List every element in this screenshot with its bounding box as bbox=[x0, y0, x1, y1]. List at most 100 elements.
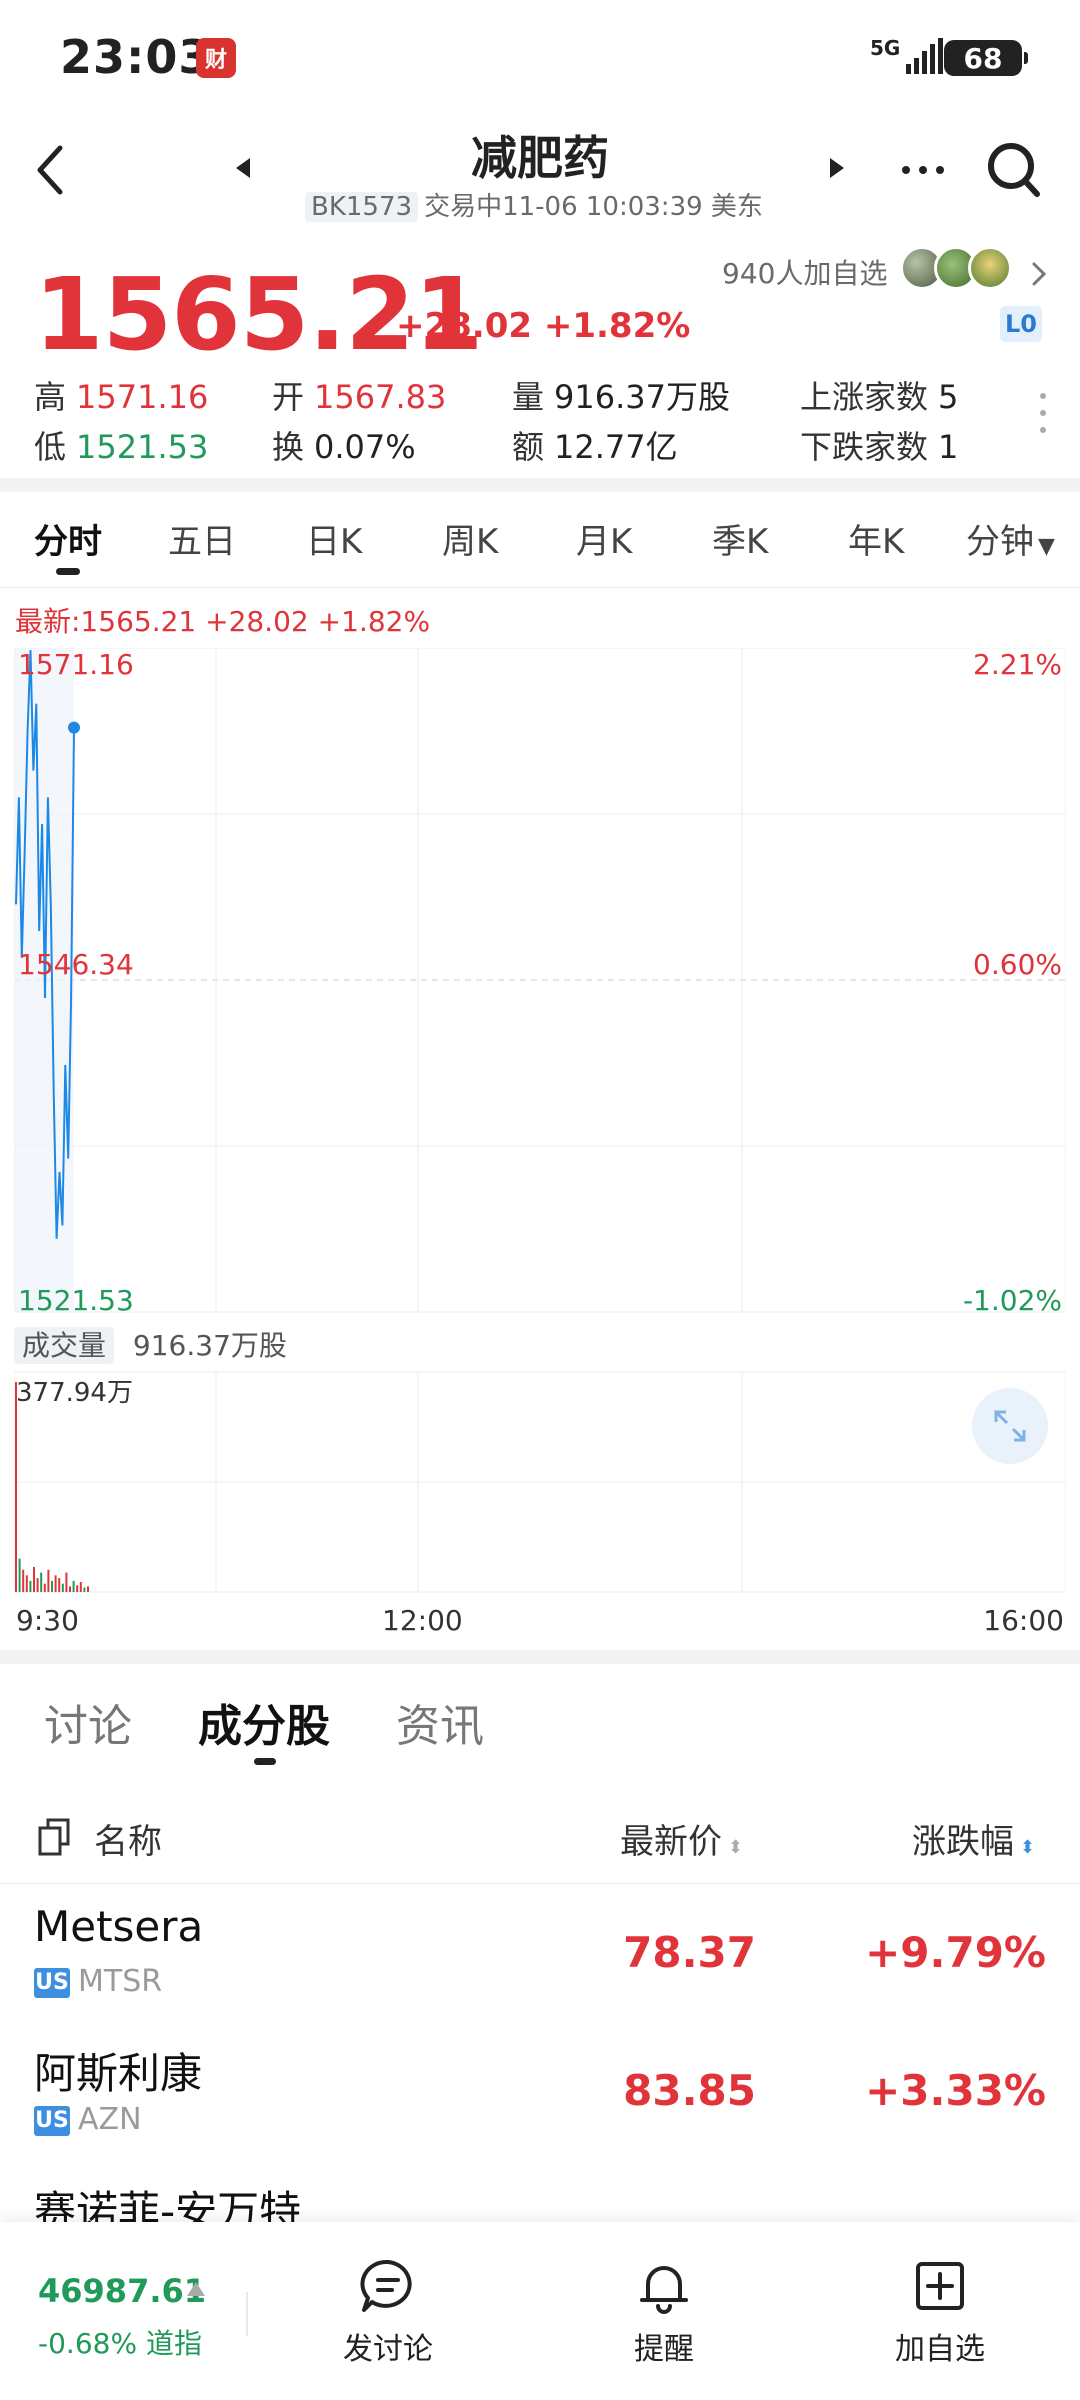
stat-high: 高 1571.16 bbox=[34, 378, 209, 416]
volume-bar bbox=[15, 1382, 17, 1592]
header-price[interactable]: 最新价 ⬍ bbox=[620, 1814, 743, 1863]
volume-bar bbox=[87, 1586, 89, 1592]
volume-bar bbox=[65, 1572, 68, 1592]
sort-icon: ⬍ bbox=[728, 1837, 744, 1858]
avatar bbox=[968, 246, 1012, 290]
sector-code: BK1573 bbox=[305, 192, 419, 222]
stat-down-count: 下跌家数 1 bbox=[800, 428, 959, 466]
volume-bar bbox=[18, 1558, 21, 1592]
follower-avatars[interactable] bbox=[900, 246, 1016, 294]
stat-amount: 额 12.77亿 bbox=[512, 428, 678, 466]
tab-constituents[interactable]: 成分股 bbox=[198, 1690, 330, 1754]
more-icon[interactable] bbox=[898, 150, 948, 190]
price-alert-button[interactable]: 提醒 bbox=[584, 2256, 744, 2368]
watchlist-count[interactable]: 940人加自选 bbox=[722, 252, 887, 292]
app-notification-icon: 财 bbox=[196, 38, 236, 78]
chevron-right-icon[interactable] bbox=[1028, 258, 1050, 290]
header-change[interactable]: 涨跌幅 ⬍ bbox=[912, 1814, 1035, 1863]
tab-minute[interactable]: 分钟 ▼ bbox=[966, 514, 1055, 563]
copy-icon[interactable] bbox=[36, 1814, 76, 1858]
next-item-icon[interactable] bbox=[828, 156, 848, 180]
stat-volume: 量 916.37万股 bbox=[512, 378, 730, 416]
volume-max-label: 377.94万 bbox=[16, 1378, 133, 1408]
volume-bar bbox=[25, 1575, 28, 1592]
stat-low: 低 1521.53 bbox=[34, 428, 209, 466]
battery-icon: 68 bbox=[944, 40, 1028, 76]
tab-five-day[interactable]: 五日 bbox=[168, 514, 236, 563]
volume-total: 916.37万股 bbox=[132, 1329, 287, 1362]
index-value: 46987.61 bbox=[38, 2272, 207, 2310]
divider bbox=[0, 1650, 1080, 1664]
stock-price: 83.85 bbox=[623, 2066, 756, 2115]
sort-desc-icon: ⬍ bbox=[1020, 1837, 1036, 1858]
stat-turnover: 换 0.07% bbox=[272, 428, 416, 466]
list-item[interactable]: 阿斯利康 US AZN 83.85 +3.33% bbox=[0, 2022, 1080, 2160]
volume-tag[interactable]: 成交量 bbox=[14, 1327, 115, 1364]
network-type: 5G bbox=[870, 36, 901, 60]
trading-status: 交易中11-06 10:03:39 美东 bbox=[424, 192, 763, 222]
y-mid-label: 1546.34 bbox=[18, 948, 134, 981]
clock: 23:03 bbox=[60, 30, 212, 84]
tab-quarterly-k[interactable]: 季K bbox=[712, 514, 768, 563]
market-badge: US bbox=[34, 1968, 70, 1998]
stat-up-count: 上涨家数 5 bbox=[800, 378, 959, 416]
tab-intraday[interactable]: 分时 bbox=[34, 514, 102, 563]
more-stats-icon[interactable] bbox=[1036, 390, 1050, 436]
tab-daily-k[interactable]: 日K bbox=[306, 514, 362, 563]
bell-icon bbox=[640, 2266, 688, 2314]
stock-name: Metsera bbox=[34, 1902, 204, 1951]
expand-icon bbox=[994, 1410, 1026, 1442]
volume-bar bbox=[40, 1572, 43, 1592]
volume-bar bbox=[61, 1583, 64, 1592]
market-status: BK1573 交易中11-06 10:03:39 美东 bbox=[305, 186, 763, 223]
stat-open: 开 1567.83 bbox=[272, 378, 447, 416]
tab-minute-label: 分钟 bbox=[966, 522, 1034, 562]
volume-header: 成交量 916.37万股 bbox=[14, 1324, 287, 1364]
signal-icon bbox=[906, 38, 943, 74]
volume-bar bbox=[58, 1578, 61, 1592]
header-change-label: 涨跌幅 bbox=[912, 1822, 1014, 1862]
tab-yearly-k[interactable]: 年K bbox=[848, 514, 904, 563]
volume-bar bbox=[83, 1587, 86, 1592]
stock-ticker: US AZN bbox=[34, 2102, 142, 2137]
stock-change: +3.33% bbox=[865, 2066, 1046, 2115]
tab-news[interactable]: 资讯 bbox=[396, 1690, 484, 1754]
x-mid-label: 12:00 bbox=[382, 1604, 463, 1637]
index-change: -0.68% 道指 bbox=[38, 2327, 202, 2360]
volume-bar bbox=[76, 1585, 79, 1592]
y-low-label: 1521.53 bbox=[18, 1284, 134, 1317]
tab-monthly-k[interactable]: 月K bbox=[576, 514, 632, 563]
status-bar: 23:03 财 5G 68 bbox=[0, 0, 1080, 115]
expand-chart-button[interactable] bbox=[972, 1388, 1048, 1464]
stock-price: 78.37 bbox=[623, 1928, 756, 1977]
market-badge: US bbox=[34, 2106, 70, 2136]
intraday-chart[interactable]: 1571.16 2.21% 1546.34 0.60% 1521.53 -1.0… bbox=[14, 648, 1066, 1648]
volume-bar bbox=[79, 1581, 82, 1592]
volume-bar bbox=[22, 1569, 25, 1592]
x-start-label: 9:30 bbox=[16, 1604, 79, 1637]
expand-up-icon bbox=[187, 2282, 205, 2296]
period-tabs: 分时 五日 日K 周K 月K 季K 年K 分钟 ▼ bbox=[0, 492, 1080, 588]
chart-svg bbox=[14, 648, 1066, 1593]
add-square-icon bbox=[916, 2262, 964, 2310]
volume-bar bbox=[29, 1580, 32, 1592]
header-name: 名称 bbox=[94, 1822, 162, 1862]
chat-bubble-icon bbox=[360, 2259, 412, 2312]
list-header: 名称 最新价 ⬍ 涨跌幅 ⬍ bbox=[0, 1790, 1080, 1884]
pct-mid-label: 0.60% bbox=[973, 948, 1062, 981]
tab-discussion[interactable]: 讨论 bbox=[44, 1690, 132, 1754]
data-level-badge[interactable]: L0 bbox=[1000, 306, 1042, 342]
post-discussion-button[interactable]: 发讨论 bbox=[308, 2256, 468, 2368]
active-tab-indicator bbox=[254, 1758, 276, 1765]
current-price-dot bbox=[68, 721, 80, 734]
volume-bar bbox=[36, 1578, 39, 1592]
volume-plot bbox=[15, 1382, 89, 1592]
stock-name: 阿斯利康 bbox=[34, 2049, 203, 2098]
search-icon[interactable] bbox=[985, 138, 1043, 200]
stock-ticker: US MTSR bbox=[34, 1964, 163, 1999]
volume-bar bbox=[51, 1580, 53, 1592]
list-item[interactable]: Metsera US MTSR 78.37 +9.79% bbox=[0, 1884, 1080, 2022]
tab-weekly-k[interactable]: 周K bbox=[442, 514, 498, 563]
latest-quote: 最新:1565.21 +28.02 +1.82% bbox=[15, 605, 431, 638]
add-watchlist-button[interactable]: 加自选 bbox=[860, 2256, 1020, 2368]
